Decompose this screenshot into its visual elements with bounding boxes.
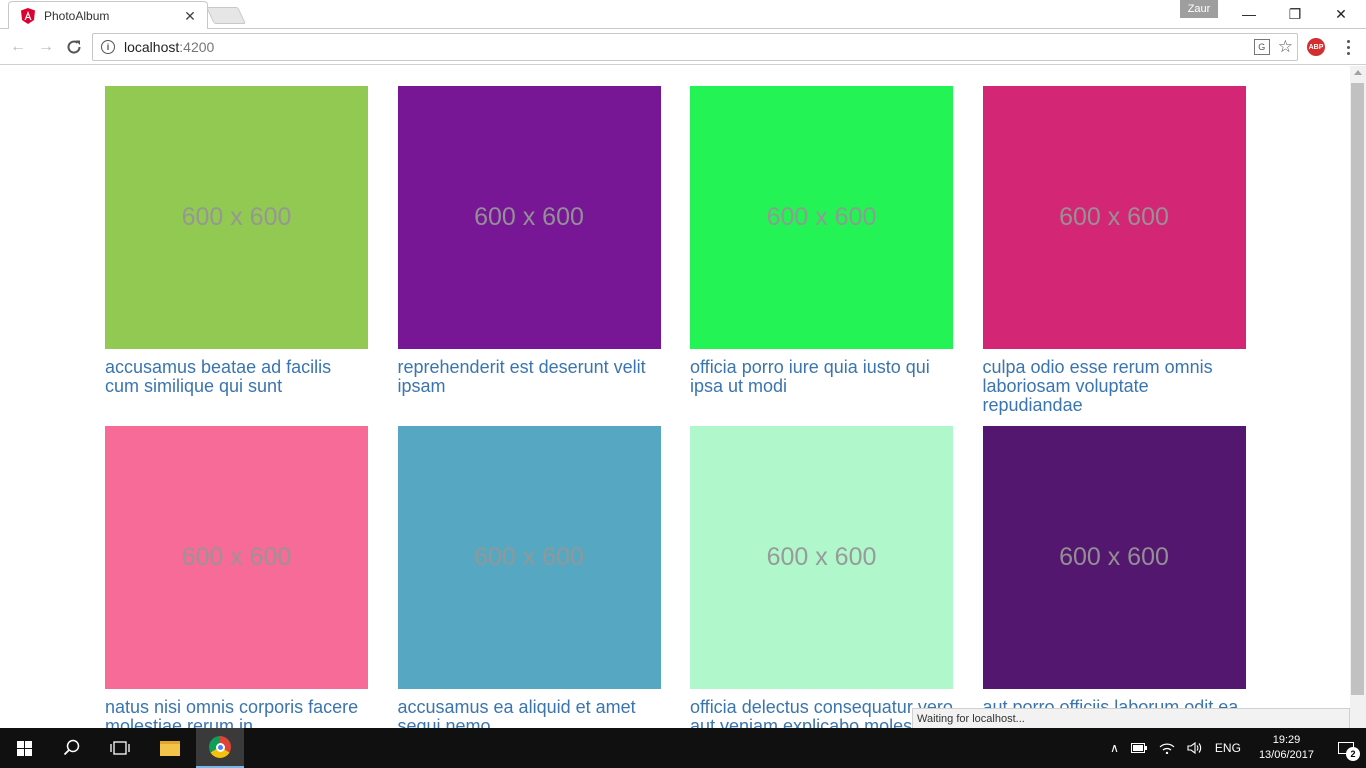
photo-title-link[interactable]: reprehenderit est deserunt velit ipsam (398, 358, 661, 396)
thumbnail-placeholder-text: 600 x 600 (766, 203, 877, 231)
back-arrow-icon[interactable]: ← (7, 36, 29, 58)
photo-card: 600 x 600 officia porro iure quia iusto … (690, 86, 953, 426)
wifi-icon[interactable] (1153, 742, 1181, 754)
chrome-taskbar-icon[interactable] (196, 728, 244, 768)
restore-button[interactable]: ❐ (1272, 0, 1318, 28)
windows-logo-icon (16, 740, 32, 756)
vertical-scrollbar[interactable] (1350, 66, 1366, 728)
browser-tab-photoalbum[interactable]: PhotoAlbum ✕ (8, 1, 208, 30)
show-hidden-icons-chevron-icon[interactable]: ∧ (1104, 741, 1125, 755)
photo-title-link[interactable]: officia porro iure quia iusto qui ipsa u… (690, 358, 953, 396)
url-port: :4200 (179, 39, 215, 55)
bookmark-star-icon[interactable]: ☆ (1278, 37, 1293, 57)
photo-thumbnail[interactable]: 600 x 600 (690, 426, 953, 689)
browser-toolbar: ← → i localhost:4200 G ☆ ABP (0, 29, 1366, 65)
photo-thumbnail[interactable]: 600 x 600 (982, 86, 1246, 349)
photo-card: 600 x 600 culpa odio esse rerum omnis la… (982, 86, 1246, 426)
angular-icon (21, 8, 35, 24)
thumbnail-placeholder-text: 600 x 600 (1059, 543, 1169, 571)
photo-thumbnail[interactable]: 600 x 600 (690, 86, 953, 349)
new-tab-button[interactable] (206, 7, 246, 24)
status-bubble: Waiting for localhost... (912, 708, 1350, 728)
action-center-button[interactable]: 2 (1326, 728, 1366, 768)
start-button[interactable] (0, 728, 48, 768)
taskbar-clock[interactable]: 19:29 13/06/2017 (1247, 733, 1326, 763)
forward-arrow-icon[interactable]: → (35, 36, 57, 58)
photo-card: 600 x 600 accusamus beatae ad facilis cu… (105, 86, 368, 426)
photo-title-link[interactable]: culpa odio esse rerum omnis laboriosam v… (983, 358, 1246, 415)
adblock-plus-icon[interactable]: ABP (1307, 38, 1325, 56)
minimize-button[interactable]: — (1226, 0, 1272, 28)
clock-date: 13/06/2017 (1258, 749, 1314, 761)
photo-title-link[interactable]: accusamus ea aliquid et amet sequi nemo (398, 698, 661, 729)
photo-thumbnail[interactable]: 600 x 600 (397, 426, 661, 689)
close-window-button[interactable]: ✕ (1318, 0, 1364, 28)
notification-count-badge: 2 (1346, 747, 1360, 761)
thumbnail-placeholder-text: 600 x 600 (181, 543, 292, 571)
photo-thumbnail[interactable]: 600 x 600 (105, 426, 368, 689)
browser-menu-icon[interactable] (1342, 37, 1354, 57)
photo-card: 600 x 600 accusamus ea aliquid et amet s… (397, 426, 661, 729)
url-host: localhost (124, 39, 180, 55)
thumbnail-placeholder-text: 600 x 600 (766, 543, 877, 571)
tab-title: PhotoAlbum (44, 9, 110, 23)
task-view-icon[interactable] (96, 728, 144, 768)
translate-icon[interactable]: G (1253, 39, 1270, 55)
scroll-up-arrow-icon[interactable] (1354, 70, 1362, 75)
file-explorer-icon[interactable] (146, 728, 194, 768)
scrollbar-thumb[interactable] (1351, 83, 1364, 695)
thumbnail-placeholder-text: 600 x 600 (474, 203, 584, 231)
page-viewport: 600 x 600 accusamus beatae ad facilis cu… (0, 66, 1350, 728)
volume-icon[interactable] (1181, 742, 1209, 754)
thumbnail-placeholder-text: 600 x 600 (181, 203, 292, 231)
photo-thumbnail[interactable]: 600 x 600 (105, 86, 368, 349)
photo-card: 600 x 600 aut porro officiis laborum odi… (982, 426, 1246, 728)
clock-time: 19:29 (1272, 734, 1301, 746)
photo-card: 600 x 600 reprehenderit est deserunt vel… (397, 86, 661, 426)
profile-button[interactable]: Zaur (1180, 0, 1218, 18)
thumbnail-placeholder-text: 600 x 600 (474, 543, 584, 571)
photo-card: 600 x 600 officia delectus consequatur v… (690, 426, 953, 728)
thumbnail-placeholder-text: 600 x 600 (1059, 203, 1169, 231)
search-icon[interactable] (48, 728, 96, 768)
photo-title-link[interactable]: natus nisi omnis corporis facere molesti… (105, 698, 368, 729)
photo-title-link[interactable]: accusamus beatae ad facilis cum similiqu… (105, 358, 368, 396)
info-icon[interactable]: i (101, 40, 115, 54)
language-indicator[interactable]: ENG (1209, 741, 1247, 755)
address-bar[interactable]: i localhost:4200 G ☆ (92, 33, 1298, 61)
photo-card: 600 x 600 natus nisi omnis corporis face… (105, 426, 368, 728)
system-tray: ∧ ENG 19:29 13/06/2017 2 (1104, 728, 1366, 768)
battery-icon[interactable] (1125, 743, 1153, 753)
photo-thumbnail[interactable]: 600 x 600 (397, 86, 661, 349)
browser-titlebar: PhotoAlbum ✕ Zaur — ❐ ✕ (0, 0, 1366, 30)
photo-thumbnail[interactable]: 600 x 600 (982, 426, 1246, 689)
photo-grid: 600 x 600 accusamus beatae ad facilis cu… (105, 86, 1246, 728)
tab-close-icon[interactable]: ✕ (183, 8, 197, 24)
reload-icon[interactable] (63, 36, 85, 58)
windows-taskbar: ∧ ENG 19:29 13/06/2017 2 (0, 728, 1366, 768)
